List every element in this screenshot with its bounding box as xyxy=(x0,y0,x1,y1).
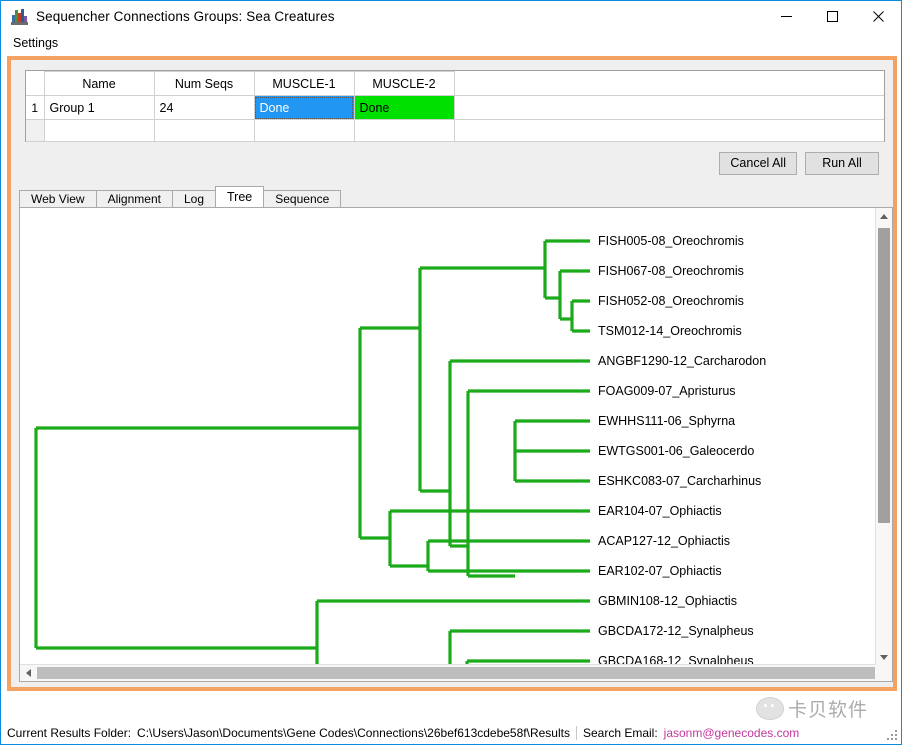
cell-filler xyxy=(453,95,884,120)
tab-sequence[interactable]: Sequence xyxy=(263,190,342,207)
cell-num-seqs[interactable]: 24 xyxy=(153,95,255,120)
column-header-num-seqs[interactable]: Num Seqs xyxy=(153,71,255,96)
row-number-empty xyxy=(26,119,45,142)
tree-leaf-label[interactable]: GBMIN108-12_Ophiactis xyxy=(598,594,737,608)
table-corner-header xyxy=(26,71,45,96)
tree-vertical-scrollbar[interactable] xyxy=(875,208,892,665)
action-button-row: Cancel All Run All xyxy=(719,152,879,175)
scrollbar-corner xyxy=(876,665,892,681)
tree-leaf-label[interactable]: EAR102-07_Ophiactis xyxy=(598,564,722,578)
tree-view-panel: FISH005-08_Oreochromis FISH067-08_Oreoch… xyxy=(19,207,893,682)
tree-leaf-label[interactable]: FISH005-08_Oreochromis xyxy=(598,234,744,248)
wechat-logo-icon xyxy=(756,696,784,720)
vertical-scroll-thumb[interactable] xyxy=(878,228,890,523)
tab-tree[interactable]: Tree xyxy=(215,186,265,207)
scroll-down-arrow-icon[interactable] xyxy=(876,649,892,665)
tree-leaf-label[interactable]: FOAG009-07_Apristurus xyxy=(598,384,736,398)
cancel-all-button[interactable]: Cancel All xyxy=(719,152,797,175)
resize-grip[interactable] xyxy=(886,729,898,741)
column-header-name[interactable]: Name xyxy=(43,71,155,96)
scroll-up-arrow-icon[interactable] xyxy=(876,208,892,224)
close-button[interactable] xyxy=(855,1,901,32)
results-folder-path: C:\Users\Jason\Documents\Gene Codes\Conn… xyxy=(137,726,570,740)
tree-leaf-label[interactable]: EWTGS001-06_Galeocerdo xyxy=(598,444,754,458)
tab-alignment[interactable]: Alignment xyxy=(95,190,173,207)
application-window: Sequencher Connections Groups: Sea Creat… xyxy=(0,0,902,745)
horizontal-scroll-thumb[interactable] xyxy=(37,667,875,679)
status-bar: Current Results Folder: C:\Users\Jason\D… xyxy=(1,721,901,744)
column-header-muscle-1[interactable]: MUSCLE-1 xyxy=(253,71,355,96)
column-header-filler xyxy=(453,71,884,96)
tab-strip: Web View Alignment Log Tree Sequence xyxy=(19,186,893,207)
cell-muscle-1-status[interactable]: Done xyxy=(253,95,355,120)
cell-muscle-2-status[interactable]: Done xyxy=(353,95,455,120)
empty-cell-name xyxy=(43,119,155,142)
tree-leaf-label[interactable]: EWHHS111-06_Sphyrna xyxy=(598,414,735,428)
tree-leaf-label[interactable]: EAR104-07_Ophiactis xyxy=(598,504,722,518)
watermark: 卡贝软件 xyxy=(756,691,896,725)
tab-web-view[interactable]: Web View xyxy=(19,190,97,207)
results-folder-label: Current Results Folder: xyxy=(7,726,132,740)
tab-log[interactable]: Log xyxy=(171,190,216,207)
highlight-frame: Name Num Seqs MUSCLE-1 MUSCLE-2 1 Group … xyxy=(7,56,897,691)
cell-group-name[interactable]: Group 1 xyxy=(43,95,155,120)
groups-table-panel: Name Num Seqs MUSCLE-1 MUSCLE-2 1 Group … xyxy=(25,70,885,142)
search-email-value[interactable]: jasonm@genecodes.com xyxy=(664,726,806,740)
tree-branches xyxy=(34,239,590,665)
watermark-text: 卡贝软件 xyxy=(788,698,869,721)
row-number: 1 xyxy=(26,95,45,120)
title-bar: Sequencher Connections Groups: Sea Creat… xyxy=(1,1,901,32)
empty-cell-m1 xyxy=(253,119,355,142)
empty-cell-seqs xyxy=(153,119,255,142)
table-row[interactable]: 1 Group 1 24 Done Done xyxy=(26,95,884,120)
tree-leaf-label[interactable]: ESHKC083-07_Carcharhinus xyxy=(598,474,761,488)
empty-cell-m2 xyxy=(353,119,455,142)
maximize-button[interactable] xyxy=(809,1,855,32)
menu-bar: Settings xyxy=(1,32,901,54)
groups-table: Name Num Seqs MUSCLE-1 MUSCLE-2 1 Group … xyxy=(26,71,884,142)
tree-leaf-label[interactable]: ACAP127-12_Ophiactis xyxy=(598,534,730,548)
scroll-left-arrow-icon[interactable] xyxy=(20,665,36,681)
menu-item-settings[interactable]: Settings xyxy=(7,34,64,52)
tree-leaf-label[interactable]: ANGBF1290-12_Carcharodon xyxy=(598,354,766,368)
sequencher-app-icon xyxy=(11,8,28,25)
run-all-button[interactable]: Run All xyxy=(805,152,879,175)
tree-horizontal-scrollbar[interactable] xyxy=(20,664,876,681)
tree-leaf-label[interactable]: TSM012-14_Oreochromis xyxy=(598,324,742,338)
empty-cell-filler xyxy=(453,119,884,142)
tree-leaf-label[interactable]: FISH067-08_Oreochromis xyxy=(598,264,744,278)
table-header-row: Name Num Seqs MUSCLE-1 MUSCLE-2 xyxy=(26,71,884,96)
table-empty-row xyxy=(26,119,884,142)
tree-leaf-label[interactable]: FISH052-08_Oreochromis xyxy=(598,294,744,308)
tree-leaf-label[interactable]: GBCDA172-12_Synalpheus xyxy=(598,624,754,638)
window-title: Sequencher Connections Groups: Sea Creat… xyxy=(36,9,335,24)
column-header-muscle-2[interactable]: MUSCLE-2 xyxy=(353,71,455,96)
phylogenetic-tree-canvas[interactable]: FISH005-08_Oreochromis FISH067-08_Oreoch… xyxy=(20,208,877,665)
search-email-label: Search Email: xyxy=(582,726,658,740)
minimize-button[interactable] xyxy=(763,1,809,32)
window-controls xyxy=(763,1,901,32)
